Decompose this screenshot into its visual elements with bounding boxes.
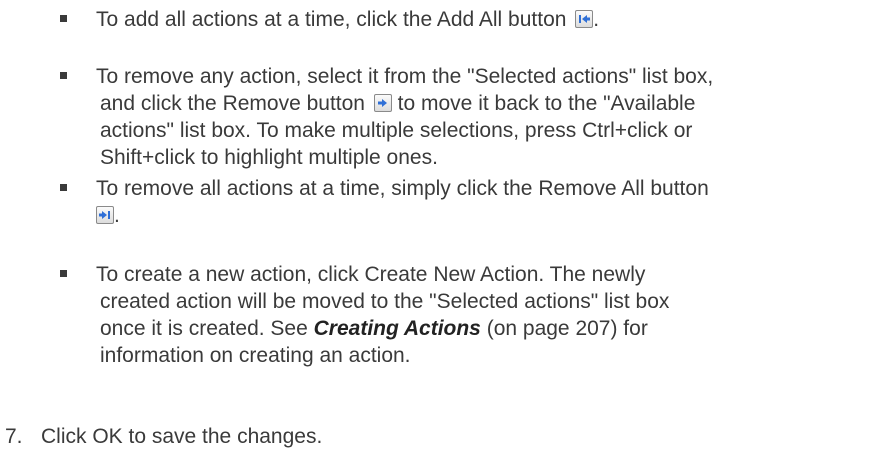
- text-segment: to move it back to the "Available: [391, 92, 696, 115]
- text-line: To create a new action, click Create New…: [96, 263, 646, 286]
- step-item-7: 7. Click OK to save the changes.: [5, 423, 865, 450]
- text-segment: To add all actions at a time, click the …: [96, 8, 573, 31]
- bullet-text: To remove all actions at a time, simply …: [96, 175, 868, 229]
- text-line: once it is created. See Creating Actions…: [96, 315, 868, 342]
- bullet-marker: [60, 72, 67, 79]
- bullet-text: To create a new action, click Create New…: [96, 261, 868, 369]
- text-line: created action will be moved to the "Sel…: [100, 290, 670, 313]
- text-line: .: [96, 202, 868, 229]
- step-text: Click OK to save the changes.: [41, 425, 323, 448]
- creating-actions-link[interactable]: Creating Actions: [314, 317, 481, 340]
- add-all-icon: [575, 10, 594, 28]
- text-segment: and click the Remove button: [100, 92, 371, 115]
- text-line: To remove all actions at a time, simply …: [96, 177, 709, 200]
- text-segment: .: [593, 8, 600, 31]
- bullet-text: To add all actions at a time, click the …: [96, 6, 868, 33]
- text-segment: (on page 207) for: [480, 317, 648, 340]
- remove-all-icon: [96, 206, 114, 224]
- text-segment: .: [114, 204, 120, 227]
- document-page: To add all actions at a time, click the …: [0, 0, 882, 455]
- bullet-marker: [60, 270, 67, 277]
- step-number: 7.: [5, 425, 23, 448]
- text-line: information on creating an action.: [100, 344, 411, 367]
- text-line: Shift+click to highlight multiple ones.: [100, 146, 438, 169]
- bullet-text: To remove any action, select it from the…: [96, 63, 868, 171]
- remove-icon: [373, 94, 392, 112]
- text-line: To remove any action, select it from the…: [96, 65, 714, 88]
- text-segment: once it is created. See: [100, 317, 314, 340]
- text-line: and click the Remove button to move it b…: [96, 90, 868, 117]
- bullet-marker: [60, 184, 67, 191]
- bullet-marker: [60, 15, 67, 22]
- text-line: actions" list box. To make multiple sele…: [100, 119, 693, 142]
- text-line: To add all actions at a time, click the …: [96, 6, 868, 33]
